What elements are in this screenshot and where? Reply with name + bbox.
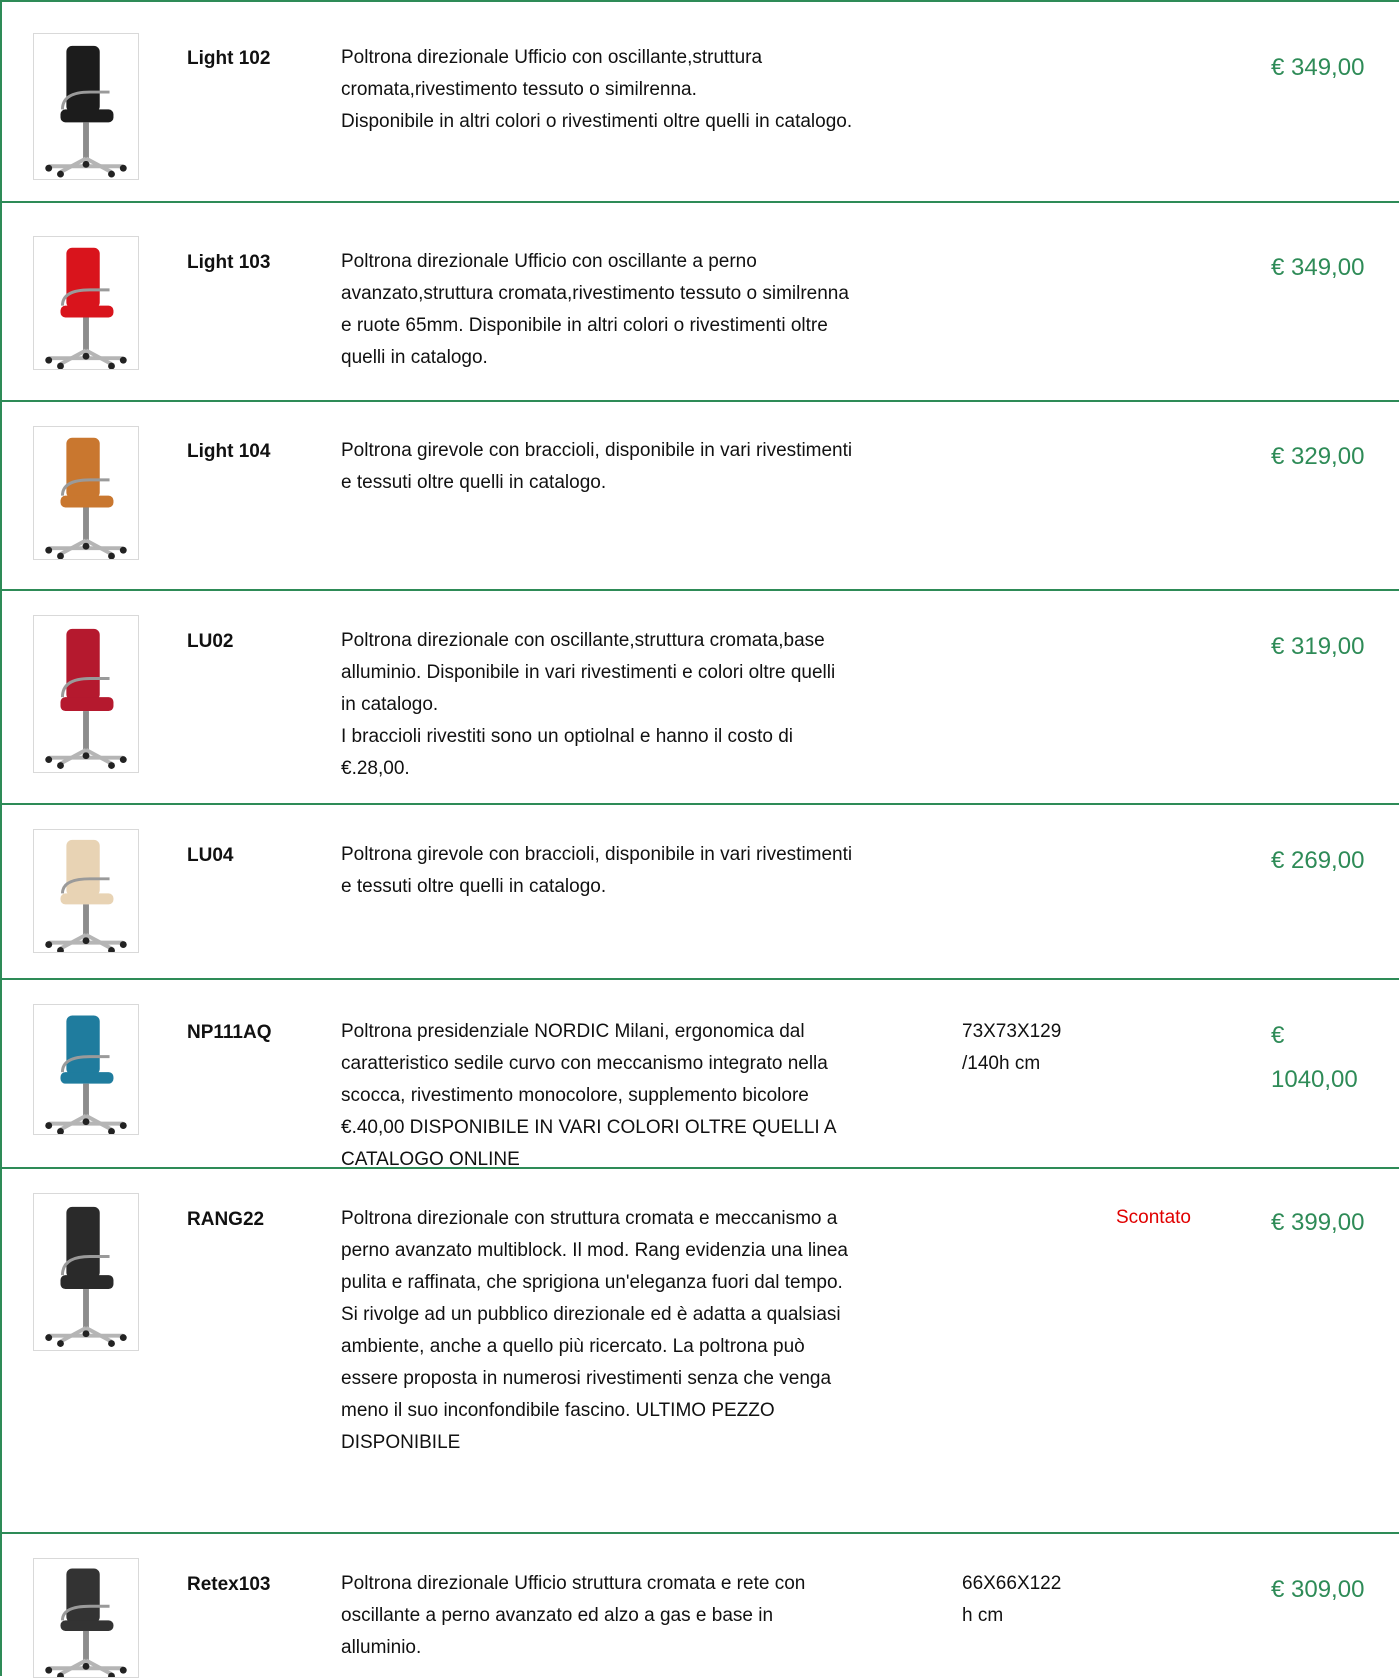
crimson-office-chair-icon[interactable] [33,615,139,773]
mesh-office-chair-icon[interactable] [33,1558,139,1678]
beige-office-chair-icon[interactable] [33,829,139,953]
status-badge: Scontato [1116,1207,1191,1228]
teal-armchair-icon[interactable] [33,1004,139,1135]
product-code[interactable]: NP111AQ [187,1022,272,1044]
product-row: Light 103 Poltrona direzionale Ufficio c… [2,203,1399,402]
product-row: Light 104 Poltrona girevole con bracciol… [2,402,1399,591]
product-description: Poltrona direzionale Ufficio struttura c… [341,1573,806,1658]
product-row: LU04 Poltrona girevole con braccioli, di… [2,805,1399,980]
product-code[interactable]: LU04 [187,845,233,867]
product-code[interactable]: LU02 [187,631,233,653]
product-code[interactable]: Light 103 [187,252,270,274]
product-code[interactable]: Retex103 [187,1574,270,1596]
black-leather-chair-icon[interactable] [33,1193,139,1351]
product-price: € 1040,00 [1271,1022,1358,1093]
product-row: RANG22 Poltrona direzionale con struttur… [2,1169,1399,1534]
red-office-chair-icon[interactable] [33,236,139,370]
product-price: € 269,00 [1271,847,1365,874]
product-description: Poltrona presidenziale NORDIC Milani, er… [341,1021,837,1170]
product-row: NP111AQ Poltrona presidenziale NORDIC Mi… [2,980,1399,1170]
product-price: € 329,00 [1271,443,1365,470]
product-price: € 399,00 [1271,1209,1365,1236]
orange-office-chair-icon[interactable] [33,426,139,560]
product-row: LU02 Poltrona direzionale con oscillante… [2,591,1399,805]
product-row: Retex103 Poltrona direzionale Ufficio st… [2,1534,1399,1678]
product-catalog: Light 102 Poltrona direzionale Ufficio c… [0,0,1399,1678]
product-description: Poltrona direzionale Ufficio con oscilla… [341,47,853,132]
black-office-chair-icon[interactable] [33,33,139,180]
product-row: Light 102 Poltrona direzionale Ufficio c… [2,2,1399,203]
product-price: € 349,00 [1271,254,1365,281]
product-code[interactable]: Light 104 [187,441,270,463]
product-price: € 319,00 [1271,633,1365,660]
product-price: € 309,00 [1271,1576,1365,1603]
product-code[interactable]: RANG22 [187,1209,264,1231]
product-description: Poltrona direzionale con struttura croma… [341,1208,848,1453]
product-code[interactable]: Light 102 [187,48,270,70]
product-dimensions: 66X66X122 h cm [962,1573,1062,1626]
product-description: Poltrona direzionale con oscillante,stru… [341,630,836,779]
product-dimensions: 73X73X129 /140h cm [962,1021,1062,1074]
product-description: Poltrona girevole con braccioli, disponi… [341,440,853,493]
product-description: Poltrona direzionale Ufficio con oscilla… [341,251,849,368]
product-price: € 349,00 [1271,54,1365,81]
product-description: Poltrona girevole con braccioli, disponi… [341,844,853,897]
